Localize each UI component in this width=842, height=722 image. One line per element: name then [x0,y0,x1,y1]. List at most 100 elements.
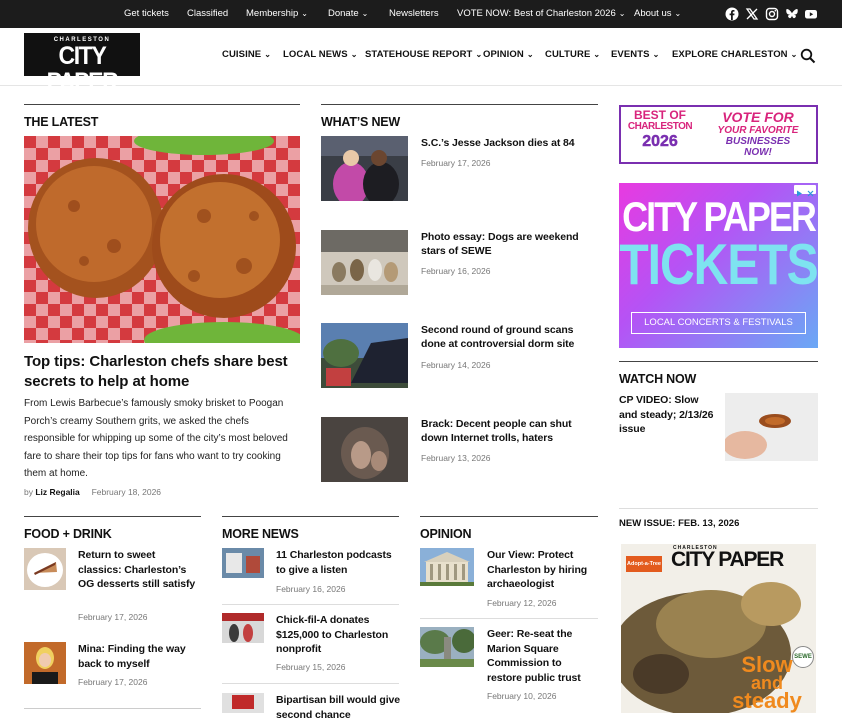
article-title[interactable]: Brack: Decent people can shut down Inter… [421,417,598,445]
dessert-image[interactable] [24,548,66,590]
section-rule [222,516,399,517]
instagram-icon[interactable] [765,7,779,21]
vote-now-link[interactable]: VOTE NOW: Best of Charleston 2026 ⌄ [457,0,625,28]
article-title[interactable]: Geer: Re-seat the Marion Square Commissi… [487,627,599,685]
marion-square-image[interactable] [420,627,474,667]
chevron-down-icon: ⌄ [674,9,682,18]
item-divider [222,683,399,684]
section-rule [619,361,818,362]
nav-explore-charleston[interactable]: EXPLORE CHARLESTON ⌄ [672,49,797,60]
best-of-logo: BEST OF CHARLESTON 2026 [627,108,693,150]
logo-big-text: CITY PAPER [46,42,119,96]
watch-now-heading: WATCH NOW [619,372,697,386]
newsletters-link[interactable]: Newsletters [389,0,439,28]
article-title[interactable]: Second round of ground scans done at con… [421,323,598,351]
latest-excerpt: From Lewis Barbecue’s famously smoky bri… [24,398,288,479]
jesse-jackson-image[interactable] [321,136,408,201]
article-title[interactable]: Mina: Finding the way back to myself [78,642,200,671]
chevron-down-icon: ⌄ [361,9,369,18]
item-divider [222,604,399,605]
tickets-sub: LOCAL CONCERTS & FESTIVALS [631,312,806,334]
nav-cuisine[interactable]: CUISINE ⌄ [222,49,271,60]
chevron-down-icon: ⌄ [593,50,601,59]
opinion-heading: OPINION [420,527,472,541]
chevron-down-icon: ⌄ [652,50,660,59]
nav-statehouse-report[interactable]: STATEHOUSE REPORT ⌄ [365,49,482,60]
section-rule [24,516,201,517]
chick-fil-a-image[interactable] [222,613,264,643]
x-icon[interactable] [745,7,759,21]
facebook-icon[interactable] [725,7,739,21]
podcasts-image[interactable] [222,548,264,578]
nav-events[interactable]: EVENTS ⌄ [611,49,659,60]
latest-byline: by Liz Regalia February 18, 2026 [24,487,162,497]
internet-trolls-image[interactable] [321,417,408,482]
article-title[interactable]: S.C.’s Jesse Jackson dies at 84 [421,136,598,150]
about-us-link[interactable]: About us ⌄ [634,0,681,28]
site-logo[interactable]: CHARLESTON CITY PAPER [24,33,140,95]
article-title[interactable]: Bipartisan bill would give second chance [276,693,400,722]
site-header: CHARLESTON CITY PAPER CUISINE ⌄ LOCAL NEW… [0,28,842,95]
fried-chicken-image[interactable] [24,136,300,343]
bluesky-icon[interactable] [785,7,799,21]
whats-new-heading: WHAT’S NEW [321,115,401,129]
membership-link[interactable]: Membership ⌄ [246,0,308,28]
article-date: February 17, 2026 [421,158,491,168]
cover-headline: Slow and steady [732,652,802,713]
article-title[interactable]: 11 Charleston podcasts to give a listen [276,548,400,577]
mina-image[interactable] [24,642,66,684]
classified-link[interactable]: Classified [187,0,228,28]
article-title[interactable]: Photo essay: Dogs are weekend stars of S… [421,230,598,258]
cover-big-text: CITY PAPER [671,548,784,571]
section-rule [619,508,818,509]
youtube-icon[interactable] [804,7,818,21]
chevron-down-icon: ⌄ [790,50,798,59]
sewe-dogs-image[interactable] [321,230,408,295]
chevron-down-icon: ⌄ [475,50,483,59]
tickets-line2: TICKETS [619,233,818,298]
article-title[interactable]: Our View: Protect Charleston by hiring a… [487,548,599,592]
nav-culture[interactable]: CULTURE ⌄ [545,49,600,60]
issue-cover-image[interactable]: CHARLESTON CITY PAPER Adopt-a-Tree SEWE … [621,544,816,713]
search-icon[interactable] [800,48,816,64]
section-rule [321,104,598,105]
more-news-heading: MORE NEWS [222,527,299,541]
latest-headline[interactable]: Top tips: Charleston chefs share best se… [24,352,300,392]
section-rule [24,708,201,709]
archaeologist-image[interactable] [420,548,474,586]
food-drink-heading: FOOD + DRINK [24,527,112,541]
ground-scans-image[interactable] [321,323,408,388]
chevron-down-icon: ⌄ [526,50,534,59]
article-date: February 12, 2026 [487,598,557,608]
city-paper-tickets-ad[interactable]: CITY PAPER TICKETS LOCAL CONCERTS & FEST… [619,183,818,348]
new-issue-heading: NEW ISSUE: FEB. 13, 2026 [619,518,740,529]
article-date: February 17, 2026 [78,677,148,687]
article-date: February 16, 2026 [421,266,491,276]
nav-local-news[interactable]: LOCAL NEWS ⌄ [283,49,358,60]
the-latest-heading: THE LATEST [24,115,99,129]
article-date: February 14, 2026 [421,360,491,370]
article-date: February 17, 2026 [78,612,148,622]
section-rule [24,104,300,105]
article-date: February 15, 2026 [276,662,346,672]
best-of-charleston-ad[interactable]: BEST OF CHARLESTON 2026 VOTE FOR YOUR FA… [619,105,818,164]
get-tickets-link[interactable]: Get tickets [124,0,169,28]
video-thumbnail[interactable] [725,393,818,461]
article-title[interactable]: Chick-fil-A donates $125,000 to Charlest… [276,613,400,657]
chevron-down-icon: ⌄ [618,9,626,18]
chevron-down-icon: ⌄ [264,50,272,59]
nav-opinion[interactable]: OPINION ⌄ [483,49,534,60]
chevron-down-icon: ⌄ [350,50,358,59]
chevron-down-icon: ⌄ [301,9,308,18]
article-title[interactable]: Return to sweet classics: Charleston’s O… [78,548,200,592]
article-date: February 10, 2026 [487,691,557,701]
article-date: February 16, 2026 [276,584,346,594]
donate-link[interactable]: Donate ⌄ [328,0,368,28]
vote-text: VOTE FOR YOUR FAVORITE BUSINESSES NOW! [717,109,799,159]
cover-tag: Adopt-a-Tree [626,556,662,572]
author-link[interactable]: Liz Regalia [35,487,79,497]
bipartisan-bill-image[interactable] [222,693,264,713]
watch-now-title[interactable]: CP VIDEO: Slow and steady; 2/13/26 issue [619,393,719,437]
top-bar: Get tickets Classified Membership ⌄ Donat… [0,0,842,28]
item-divider [420,618,598,619]
